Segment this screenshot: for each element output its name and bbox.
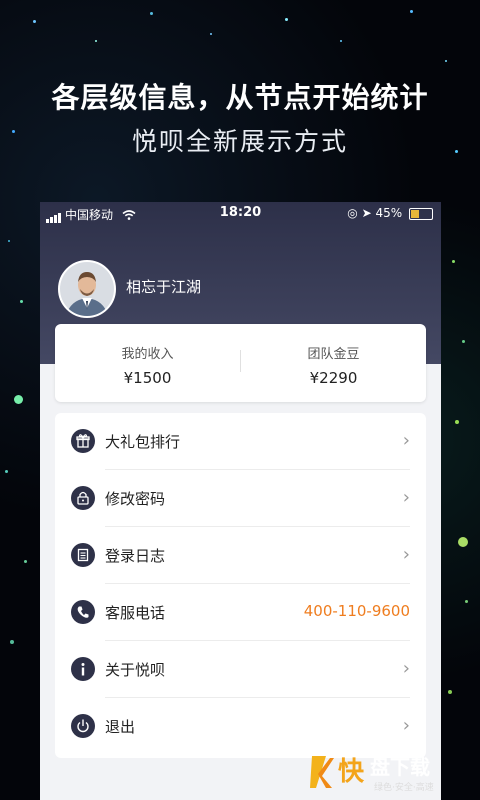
- menu-label: 修改密码: [105, 490, 166, 508]
- chevron-right-icon: ›: [402, 715, 410, 736]
- menu-item-change-password[interactable]: 修改密码 ›: [55, 470, 426, 527]
- menu-label: 登录日志: [105, 547, 166, 565]
- menu-label: 关于悦呗: [105, 661, 166, 679]
- chevron-right-icon: ›: [402, 487, 410, 508]
- location-icon: ➤: [361, 206, 372, 220]
- gift-icon: [71, 429, 95, 453]
- menu-item-about[interactable]: 关于悦呗 ›: [55, 641, 426, 698]
- stat-value: ¥1500: [123, 369, 172, 387]
- status-bar: 中国移动 18:20 ◎ ➤ 45%: [40, 202, 441, 224]
- menu-item-logout[interactable]: 退出 ›: [55, 698, 426, 755]
- watermark-brand: 盘下载: [370, 755, 430, 779]
- watermark-char: 快: [338, 757, 365, 787]
- power-icon: [71, 714, 95, 738]
- battery-percent: 45%: [375, 206, 403, 220]
- lock-rotation-icon: ◎: [347, 206, 358, 220]
- watermark-logo: 快 盘下载 绿色·安全·高速: [308, 748, 478, 796]
- service-phone-number[interactable]: 400-110-9600: [304, 602, 410, 620]
- stat-label: 我的收入: [121, 347, 174, 362]
- phone-screen: 中国移动 18:20 ◎ ➤ 45% 相忘于江湖 我的收入 ¥1500 团队金豆…: [40, 202, 441, 800]
- menu-item-gift-ranking[interactable]: 大礼包排行 ›: [55, 413, 426, 470]
- chevron-right-icon: ›: [402, 430, 410, 451]
- info-icon: [71, 657, 95, 681]
- stat-value: ¥2290: [309, 369, 358, 387]
- battery-icon: [409, 207, 433, 220]
- menu-item-customer-service[interactable]: 客服电话 400-110-9600: [55, 584, 426, 641]
- status-right: ◎ ➤ 45%: [347, 206, 433, 220]
- stats-card: 我的收入 ¥1500 团队金豆 ¥2290: [55, 324, 426, 402]
- menu-label: 大礼包排行: [105, 433, 181, 451]
- menu-item-login-log[interactable]: 登录日志 ›: [55, 527, 426, 584]
- menu-label: 客服电话: [105, 604, 166, 622]
- stat-team-beans[interactable]: 团队金豆 ¥2290: [241, 324, 426, 402]
- stat-label: 团队金豆: [307, 347, 360, 362]
- lock-icon: [71, 486, 95, 510]
- phone-icon: [71, 600, 95, 624]
- chevron-right-icon: ›: [402, 544, 410, 565]
- settings-menu: 大礼包排行 › 修改密码 › 登录日志 › 客服电话 400-110-9600 …: [55, 413, 426, 758]
- headline: 各层级信息，从节点开始统计: [51, 81, 429, 114]
- chevron-right-icon: ›: [402, 658, 410, 679]
- stat-income[interactable]: 我的收入 ¥1500: [55, 324, 240, 402]
- log-icon: [71, 543, 95, 567]
- username: 相忘于江湖: [126, 278, 202, 296]
- watermark-slogan: 绿色·安全·高速: [374, 781, 434, 793]
- avatar[interactable]: [58, 260, 116, 318]
- subline: 悦呗全新展示方式: [131, 127, 348, 156]
- menu-label: 退出: [105, 718, 136, 736]
